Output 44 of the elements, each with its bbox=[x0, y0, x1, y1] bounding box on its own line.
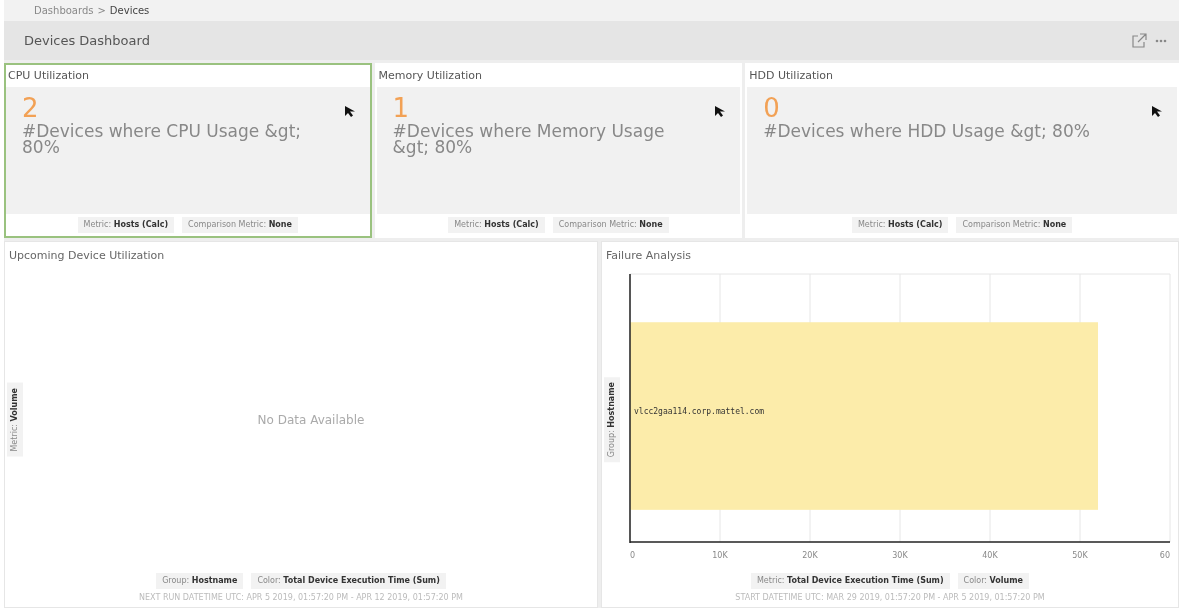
filter-chip: Color: Volume bbox=[957, 573, 1029, 589]
empty-message: No Data Available bbox=[257, 412, 365, 429]
kpi-value: 0 bbox=[763, 95, 780, 122]
kpi-value: 1 bbox=[392, 95, 410, 122]
bar-label: vlcc2gaa114.corp.mattel.com bbox=[634, 407, 765, 417]
date-range: START DATETIME UTC: MAR 29 2019, 01:57:20 PM - APR 5 2019, 01:57:20 PM bbox=[734, 592, 1046, 604]
filter-chip: Metric: Hosts (Calc) bbox=[851, 216, 949, 233]
filter-chip: Group: Hostname bbox=[156, 573, 244, 589]
kpi-caption: #Devices where Memory Usage &gt; 80% bbox=[392, 123, 666, 156]
cursor-icon[interactable] bbox=[343, 105, 356, 118]
filter-chip: Comparison Metric: None bbox=[182, 216, 298, 233]
tick-label: 20K bbox=[802, 551, 818, 560]
card-title: Memory Utilization bbox=[377, 68, 483, 85]
tick-label: 0 bbox=[630, 551, 636, 560]
filter-chip: Color: Total Device Execution Time (Sum) bbox=[251, 573, 446, 589]
tick-label: 30K bbox=[892, 551, 908, 560]
filter-chip: Metric: Hosts (Calc) bbox=[77, 216, 175, 233]
panel-title: Upcoming Device Utilization bbox=[8, 247, 166, 264]
panel-title: Failure Analysis bbox=[605, 247, 692, 264]
axis-label: Metric: Volume bbox=[7, 383, 23, 457]
kpi-card[interactable]: HDD Utilization 0 #Devices where HDD Usage &gt; 80% Metric: Hosts (Calc) Comparison Metric: None bbox=[745, 63, 1179, 238]
tick-label: 60 bbox=[1159, 551, 1170, 560]
filter-chip: Comparison Metric: None bbox=[956, 216, 1073, 233]
cursor-icon[interactable] bbox=[714, 105, 727, 118]
tick-label: 40K bbox=[982, 551, 998, 560]
kpi-caption: #Devices where CPU Usage &gt; 80% bbox=[22, 123, 303, 156]
axis-label: Group: Hostname bbox=[604, 377, 620, 463]
more-icon[interactable] bbox=[1155, 38, 1167, 43]
card-title: CPU Utilization bbox=[7, 68, 90, 85]
external-link-icon[interactable] bbox=[1131, 32, 1147, 49]
tick-label: 10K bbox=[712, 551, 728, 560]
filter-chip: Metric: Total Device Execution Time (Sum) bbox=[750, 573, 950, 589]
filter-chip: Metric: Hosts (Calc) bbox=[448, 216, 545, 233]
card-title: HDD Utilization bbox=[748, 68, 835, 85]
kpi-value: 2 bbox=[22, 95, 39, 122]
kpi-caption: #Devices where HDD Usage &gt; 80% bbox=[763, 123, 1091, 140]
kpi-card[interactable]: CPU Utilization 2 #Devices where CPU Usage &gt; 80% Metric: Hosts (Calc) Comparison Metric: None bbox=[4, 63, 372, 238]
breadcrumb-separator: > bbox=[97, 4, 106, 19]
date-range: NEXT RUN DATETIME UTC: APR 5 2019, 01:57:20 PM - APR 12 2019, 01:57:20 PM bbox=[138, 592, 464, 604]
filter-chip: Comparison Metric: None bbox=[552, 216, 669, 233]
dashboard-title: Devices Dashboard bbox=[24, 32, 150, 51]
tick-label: 50K bbox=[1072, 551, 1088, 560]
kpi-card[interactable]: Memory Utilization 1 #Devices where Memory Usage &gt; 80% Metric: Hosts (Calc) Comparison Metric: None bbox=[374, 63, 743, 238]
cursor-icon[interactable] bbox=[1151, 105, 1163, 118]
